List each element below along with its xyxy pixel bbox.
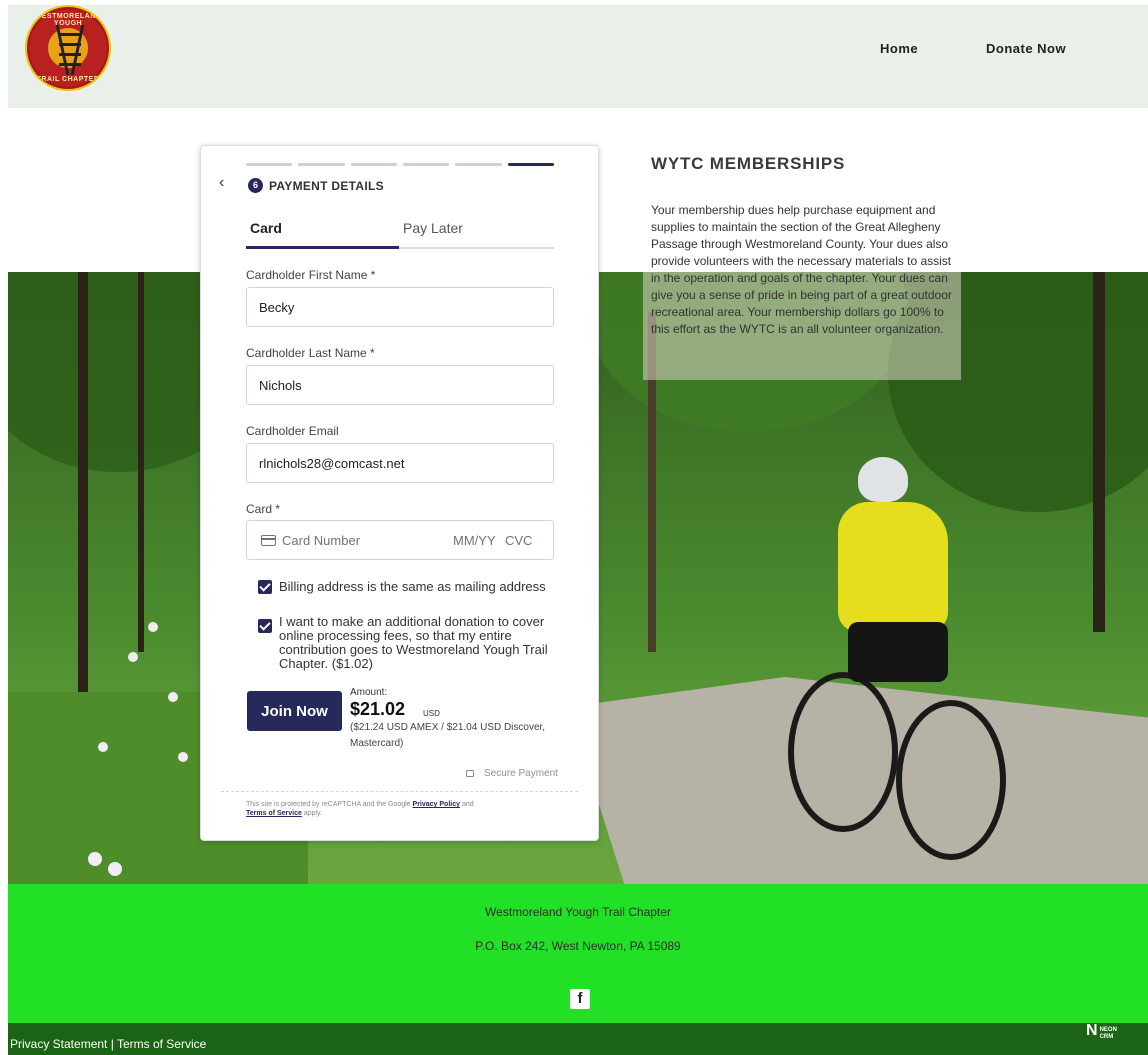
step-1-indicator (246, 163, 293, 166)
nav-home-link[interactable]: Home (880, 41, 918, 56)
active-tab-underline (246, 246, 399, 249)
secure-payment-label: Secure Payment (484, 768, 558, 779)
recaptcha-text-mid: and (460, 801, 474, 808)
footer-org-name: Westmoreland Yough Trail Chapter (485, 905, 671, 919)
step-4-indicator (402, 163, 450, 166)
step-2-indicator (298, 163, 345, 166)
neon-line2: CRM (1099, 1034, 1114, 1040)
tab-card[interactable]: Card (250, 220, 282, 236)
facebook-icon[interactable]: f (570, 989, 590, 1009)
amount-currency: USD (423, 709, 440, 718)
billing-same-checkbox[interactable] (258, 580, 272, 594)
join-now-button[interactable]: Join Now (247, 691, 342, 731)
divider (221, 791, 578, 792)
amount-label: Amount: (350, 687, 388, 698)
card-number-placeholder: Card Number (282, 533, 361, 548)
cyclist-figure (788, 452, 1008, 872)
neon-line1: NEON (1099, 1027, 1117, 1033)
tab-pay-later[interactable]: Pay Later (403, 220, 463, 236)
step-5-indicator (455, 163, 502, 166)
payment-card: ‹ 6 PAYMENT DETAILS Card Pay Later Cardh… (200, 145, 599, 841)
secure-payment: Secure Payment (466, 768, 558, 779)
card-input[interactable]: Card Number MM/YY CVC (246, 520, 554, 560)
site-header: WESTMORELAND YOUGH TRAIL CHAPTER Home Do… (8, 5, 1148, 108)
amount-value: $21.02 (350, 699, 406, 719)
nav-donate-link[interactable]: Donate Now (986, 41, 1066, 56)
billing-same-label: Billing address is the same as mailing a… (279, 579, 546, 594)
sub-footer: Privacy Statement | Terms of Service N NE… (8, 1023, 1148, 1055)
site-footer: Westmoreland Yough Trail Chapter P.O. Bo… (8, 884, 1148, 1023)
donation-checkbox[interactable] (258, 619, 272, 633)
step-title: PAYMENT DETAILS (269, 179, 384, 193)
terms-of-service-link[interactable]: Terms of Service (246, 810, 302, 817)
neon-crm-logo[interactable]: N NEON CRM (1086, 1022, 1117, 1041)
privacy-policy-link[interactable]: Privacy Policy (413, 801, 460, 808)
recaptcha-text-suffix: apply. (301, 810, 323, 817)
card-cvc-placeholder: CVC (505, 533, 533, 548)
back-chevron-icon[interactable]: ‹ (219, 174, 224, 192)
neon-n-icon: N (1086, 1022, 1098, 1039)
card-label: Card * (246, 502, 281, 516)
donation-label: I want to make an additional donation to… (279, 614, 548, 671)
memberships-description: Your membership dues help purchase equip… (651, 203, 952, 336)
first-name-label: Cardholder First Name * (246, 268, 376, 282)
email-field[interactable]: rlnichols28@comcast.net (246, 443, 554, 483)
last-name-label: Cardholder Last Name * (246, 346, 375, 360)
wytc-logo[interactable]: WESTMORELAND YOUGH TRAIL CHAPTER (25, 5, 111, 91)
footer-address: P.O. Box 242, West Newton, PA 15089 (475, 939, 681, 953)
credit-card-icon (261, 535, 276, 546)
step-6-indicator (507, 163, 554, 166)
step-number-badge: 6 (248, 178, 263, 193)
amount-note: ($21.24 USD AMEX / $21.04 USD Discover, … (350, 722, 546, 749)
memberships-title: WYTC MEMBERSHIPS (651, 154, 846, 173)
last-name-field[interactable]: Nichols (246, 365, 554, 405)
email-label: Cardholder Email (246, 424, 339, 438)
privacy-terms-links[interactable]: Privacy Statement | Terms of Service (10, 1037, 206, 1051)
step-3-indicator (350, 163, 397, 166)
first-name-field[interactable]: Becky (246, 287, 554, 327)
payment-tabs: Card Pay Later (246, 216, 554, 249)
recaptcha-text: This site is protected by reCAPTCHA and … (246, 801, 413, 808)
recaptcha-notice: This site is protected by reCAPTCHA and … (246, 800, 546, 818)
progress-steps (246, 163, 554, 166)
logo-bottom-text: TRAIL CHAPTER (36, 76, 100, 83)
lock-icon (466, 770, 474, 777)
rail-track-icon (55, 25, 85, 75)
card-expiry-placeholder: MM/YY (453, 533, 496, 548)
